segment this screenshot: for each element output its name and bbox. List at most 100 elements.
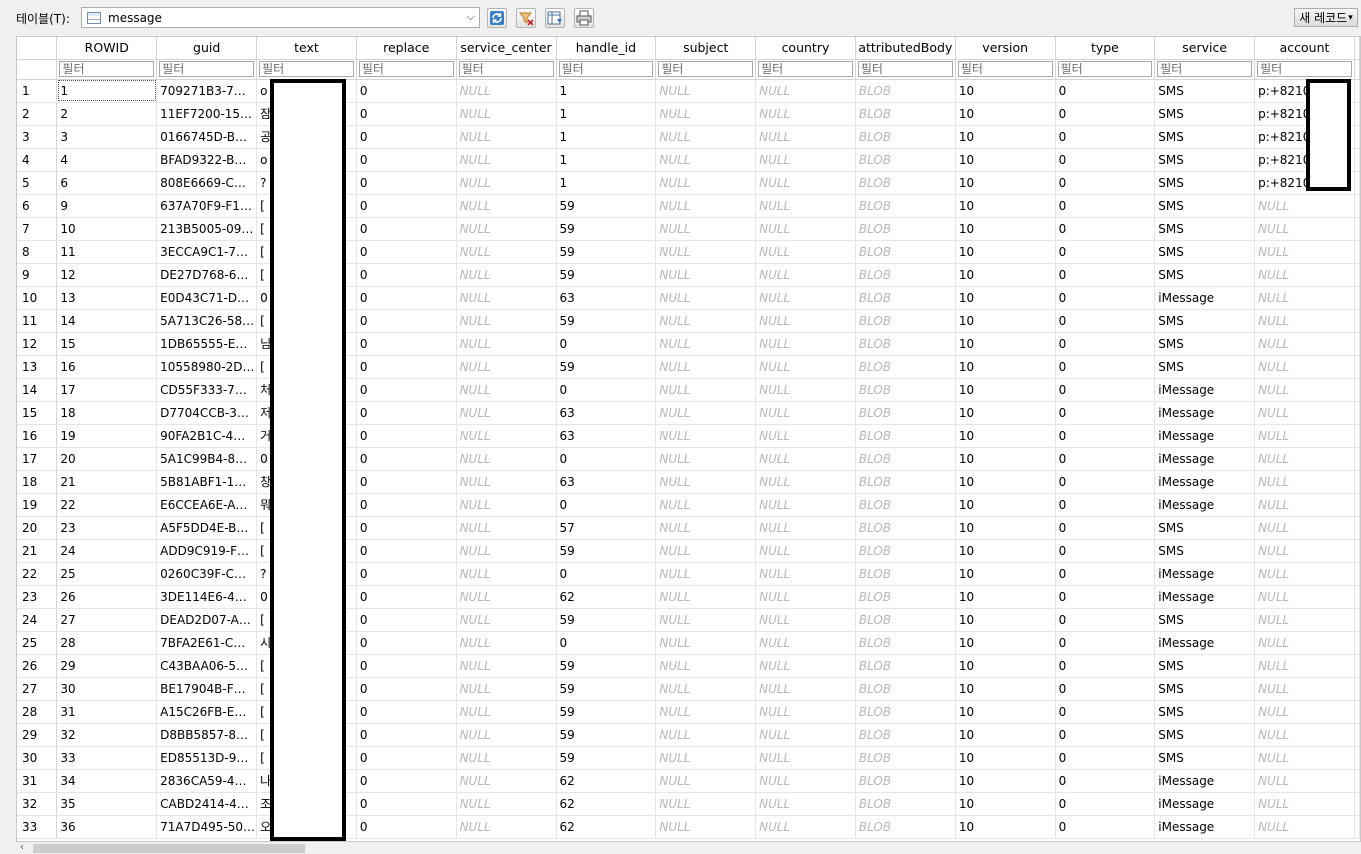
row-number[interactable]: 10 [17, 286, 58, 310]
row-number[interactable]: 12 [17, 332, 58, 356]
cell-account[interactable]: NULL [1254, 792, 1355, 816]
cell-version[interactable]: 10 [955, 516, 1056, 540]
table-row[interactable]: 30 33 ED85513D-9…[0 NULL 59 NULL NULL BLOB 10 0 SM… [17, 746, 1360, 770]
cell-attributedbody[interactable]: BLOB [855, 309, 956, 333]
cell-guid[interactable]: 5A1C99B4-8… [156, 447, 258, 471]
cell-subject[interactable]: NULL [655, 79, 757, 103]
cell-country[interactable]: NULL [755, 79, 856, 103]
cell-country[interactable]: NULL [755, 723, 856, 747]
filter-input-attributedbody[interactable]: 필터 [857, 61, 953, 77]
filter-input-subject[interactable]: 필터 [658, 61, 754, 77]
cell-rowid[interactable]: 20 [56, 447, 158, 471]
cell-handle-id[interactable]: 59 [556, 240, 657, 264]
cell-type[interactable]: 0 [1055, 332, 1156, 356]
column-header-type[interactable]: type [1055, 37, 1156, 60]
cell-handle-id[interactable]: 0 [556, 447, 657, 471]
cell-handle-id[interactable]: 59 [556, 700, 657, 724]
cell-handle-id[interactable]: 59 [556, 746, 657, 770]
cell-service[interactable]: SMS [1154, 355, 1256, 379]
table-row[interactable]: 17 20 5A1C99B4-8… 0 0 NULL 0 NULL NULL BLOB 10 0 iMe… [17, 447, 1360, 471]
cell-replace[interactable]: 0 [356, 401, 457, 425]
cell-subject[interactable]: NULL [655, 654, 757, 678]
cell-attributedbody[interactable]: BLOB [855, 746, 956, 770]
cell-account[interactable]: NULL [1254, 677, 1355, 701]
cell-version[interactable]: 10 [955, 815, 1056, 839]
cell-type[interactable]: 0 [1055, 700, 1156, 724]
cell-version[interactable]: 10 [955, 79, 1056, 103]
cell-rowid[interactable]: 13 [56, 286, 158, 310]
row-number[interactable]: 23 [17, 585, 58, 609]
cell-handle-id[interactable]: 59 [556, 608, 657, 632]
cell-subject[interactable]: NULL [655, 769, 757, 793]
cell-handle-id[interactable]: 63 [556, 401, 657, 425]
cell-service-center[interactable]: NULL [456, 424, 557, 448]
cell-version[interactable]: 10 [955, 332, 1056, 356]
cell-country[interactable]: NULL [755, 562, 856, 586]
cell-rowid[interactable]: 29 [56, 654, 158, 678]
row-number[interactable]: 17 [17, 447, 58, 471]
cell-guid[interactable]: 3DE114E6-4… [156, 585, 258, 609]
cell-handle-id[interactable]: 63 [556, 286, 657, 310]
row-number[interactable]: 27 [17, 677, 58, 701]
cell-rowid[interactable]: 15 [56, 332, 158, 356]
cell-type[interactable]: 0 [1055, 792, 1156, 816]
cell-subject[interactable]: NULL [655, 148, 757, 172]
cell-handle-id[interactable]: 62 [556, 585, 657, 609]
cell-attributedbody[interactable]: BLOB [855, 125, 956, 149]
cell-version[interactable]: 10 [955, 562, 1056, 586]
cell-service-center[interactable]: NULL [456, 401, 557, 425]
cell-service-center[interactable]: NULL [456, 746, 557, 770]
cell-handle-id[interactable]: 59 [556, 654, 657, 678]
cell-rowid[interactable]: 4 [56, 148, 158, 172]
cell-rowid[interactable]: 11 [56, 240, 158, 264]
cell-replace[interactable]: 0 [356, 309, 457, 333]
cell-rowid[interactable]: 17 [56, 378, 158, 402]
table-row[interactable]: 22 25 0260C39F-C…? 0 NULL 0 NULL NULL BLOB 10 0 iMe… [17, 562, 1360, 586]
cell-subject[interactable]: NULL [655, 677, 757, 701]
cell-type[interactable]: 0 [1055, 769, 1156, 793]
cell-handle-id[interactable]: 59 [556, 723, 657, 747]
cell-handle-id[interactable]: 63 [556, 470, 657, 494]
cell-replace[interactable]: 0 [356, 79, 457, 103]
cell-handle-id[interactable]: 1 [556, 79, 657, 103]
cell-service-center[interactable]: NULL [456, 677, 557, 701]
cell-country[interactable]: NULL [755, 125, 856, 149]
cell-guid[interactable]: 71A7D495-50… [156, 815, 258, 839]
cell-account[interactable]: NULL [1254, 608, 1355, 632]
table-select[interactable]: message ⌵ [81, 7, 480, 28]
cell-replace[interactable]: 0 [356, 815, 457, 839]
cell-country[interactable]: NULL [755, 424, 856, 448]
cell-guid[interactable]: 0166745D-B… [156, 125, 258, 149]
cell-account[interactable]: NULL [1254, 332, 1355, 356]
cell-attributedbody[interactable]: BLOB [855, 447, 956, 471]
cell-subject[interactable]: NULL [655, 332, 757, 356]
cell-type[interactable]: 0 [1055, 148, 1156, 172]
cell-version[interactable]: 10 [955, 217, 1056, 241]
cell-service-center[interactable]: NULL [456, 240, 557, 264]
cell-version[interactable]: 10 [955, 746, 1056, 770]
cell-country[interactable]: NULL [755, 677, 856, 701]
cell-subject[interactable]: NULL [655, 608, 757, 632]
table-row[interactable]: 3 3 0166745D-B… 공 0 NULL 1 NULL NULL BLOB 10 0 SMS p:… [17, 125, 1360, 149]
cell-country[interactable]: NULL [755, 700, 856, 724]
cell-guid[interactable]: A15C26FB-E… [156, 700, 258, 724]
cell-rowid[interactable]: 9 [56, 194, 158, 218]
cell-rowid[interactable]: 28 [56, 631, 158, 655]
cell-account[interactable]: NULL [1254, 470, 1355, 494]
cell-replace[interactable]: 0 [356, 355, 457, 379]
cell-service-center[interactable]: NULL [456, 493, 557, 517]
cell-rowid[interactable]: 12 [56, 263, 158, 287]
cell-country[interactable]: NULL [755, 608, 856, 632]
row-number[interactable]: 21 [17, 539, 58, 563]
cell-attributedbody[interactable]: BLOB [855, 102, 956, 126]
cell-type[interactable]: 0 [1055, 125, 1156, 149]
cell-subject[interactable]: NULL [655, 401, 757, 425]
cell-replace[interactable]: 0 [356, 792, 457, 816]
cell-country[interactable]: NULL [755, 815, 856, 839]
cell-account[interactable]: NULL [1254, 815, 1355, 839]
cell-handle-id[interactable]: 59 [556, 309, 657, 333]
cell-type[interactable]: 0 [1055, 309, 1156, 333]
row-number[interactable]: 20 [17, 516, 58, 540]
cell-version[interactable]: 10 [955, 654, 1056, 678]
cell-replace[interactable]: 0 [356, 585, 457, 609]
